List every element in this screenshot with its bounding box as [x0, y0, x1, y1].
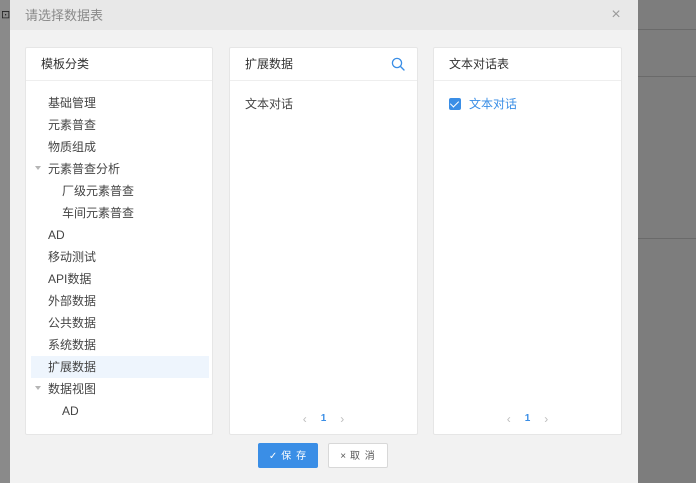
- page-number[interactable]: 1: [321, 411, 327, 427]
- dialog-title: 请选择数据表: [25, 8, 104, 23]
- background-divider: [638, 238, 696, 239]
- tree-item-workshop-element-survey[interactable]: 车间元素普查: [26, 202, 212, 224]
- checkbox-checked-icon[interactable]: [449, 98, 461, 110]
- panel-header: 文本对话表: [434, 48, 621, 81]
- panel-title: 扩展数据: [245, 57, 294, 71]
- tree-item-basic-management[interactable]: 基础管理: [26, 92, 212, 114]
- panel-header: 模板分类: [26, 48, 212, 81]
- checkbox-label: 文本对话: [469, 97, 518, 111]
- tree-item-element-survey-analysis[interactable]: 元素普查分析: [26, 158, 212, 180]
- caret-down-icon[interactable]: [35, 386, 41, 390]
- template-category-panel: 模板分类 基础管理 元素普查 物质组成 元素普查分析 厂级元素普查 车间元素普查…: [25, 47, 213, 435]
- next-page-icon[interactable]: ›: [544, 411, 548, 427]
- caret-down-icon[interactable]: [35, 166, 41, 170]
- table-checkbox-row[interactable]: 文本对话: [434, 94, 621, 114]
- cancel-label: 取 消: [350, 451, 376, 462]
- save-label: 保 存: [281, 451, 308, 462]
- background-app-right: [638, 0, 696, 483]
- tree-item-data-view[interactable]: 数据视图: [26, 378, 212, 400]
- tree-item-api-data[interactable]: API数据: [26, 268, 212, 290]
- page-number[interactable]: 1: [525, 411, 531, 427]
- tree-item-system-data[interactable]: 系统数据: [26, 334, 212, 356]
- category-tree: 基础管理 元素普查 物质组成 元素普查分析 厂级元素普查 车间元素普查 AD 移…: [26, 81, 212, 422]
- background-divider: [638, 29, 696, 30]
- cancel-button[interactable]: × 取 消: [328, 443, 388, 468]
- background-app-edge: ⊡: [0, 0, 10, 483]
- tree-item-element-survey[interactable]: 元素普查: [26, 114, 212, 136]
- panel-header: 扩展数据: [230, 48, 417, 81]
- tree-item-view-ad[interactable]: AD: [26, 400, 212, 422]
- tree-item-material-composition[interactable]: 物质组成: [26, 136, 212, 158]
- close-icon[interactable]: ×: [608, 7, 624, 23]
- tree-item-plant-element-survey[interactable]: 厂级元素普查: [26, 180, 212, 202]
- pagination: ‹ 1 ›: [230, 411, 417, 427]
- dialog-table-panel: 文本对话表 文本对话 ‹ 1 ›: [433, 47, 622, 435]
- list-item[interactable]: 文本对话: [230, 93, 417, 115]
- search-icon[interactable]: [391, 57, 405, 71]
- prev-page-icon[interactable]: ‹: [303, 411, 307, 427]
- pagination: ‹ 1 ›: [434, 411, 621, 427]
- tree-item-extension-data[interactable]: 扩展数据: [31, 356, 209, 378]
- dialog-body: 模板分类 基础管理 元素普查 物质组成 元素普查分析 厂级元素普查 车间元素普查…: [10, 30, 638, 483]
- tree-item-external-data[interactable]: 外部数据: [26, 290, 212, 312]
- select-table-dialog: 请选择数据表 × 模板分类 基础管理 元素普查 物质组成 元素普查分析 厂级元素…: [10, 0, 638, 483]
- tree-item-ad[interactable]: AD: [26, 224, 212, 246]
- extension-data-panel: 扩展数据 文本对话 ‹ 1 ›: [229, 47, 418, 435]
- background-app-icon: ⊡: [1, 9, 11, 21]
- save-button[interactable]: ✓ 保 存: [258, 443, 318, 468]
- close-icon: ×: [340, 451, 348, 462]
- dialog-header: 请选择数据表 ×: [10, 0, 638, 30]
- prev-page-icon[interactable]: ‹: [507, 411, 511, 427]
- tree-item-label: 数据视图: [48, 382, 97, 396]
- background-divider: [638, 76, 696, 77]
- tree-item-mobile-test[interactable]: 移动测试: [26, 246, 212, 268]
- next-page-icon[interactable]: ›: [340, 411, 344, 427]
- tree-item-label: 元素普查分析: [48, 162, 121, 176]
- tree-item-public-data[interactable]: 公共数据: [26, 312, 212, 334]
- check-icon: ✓: [268, 451, 279, 462]
